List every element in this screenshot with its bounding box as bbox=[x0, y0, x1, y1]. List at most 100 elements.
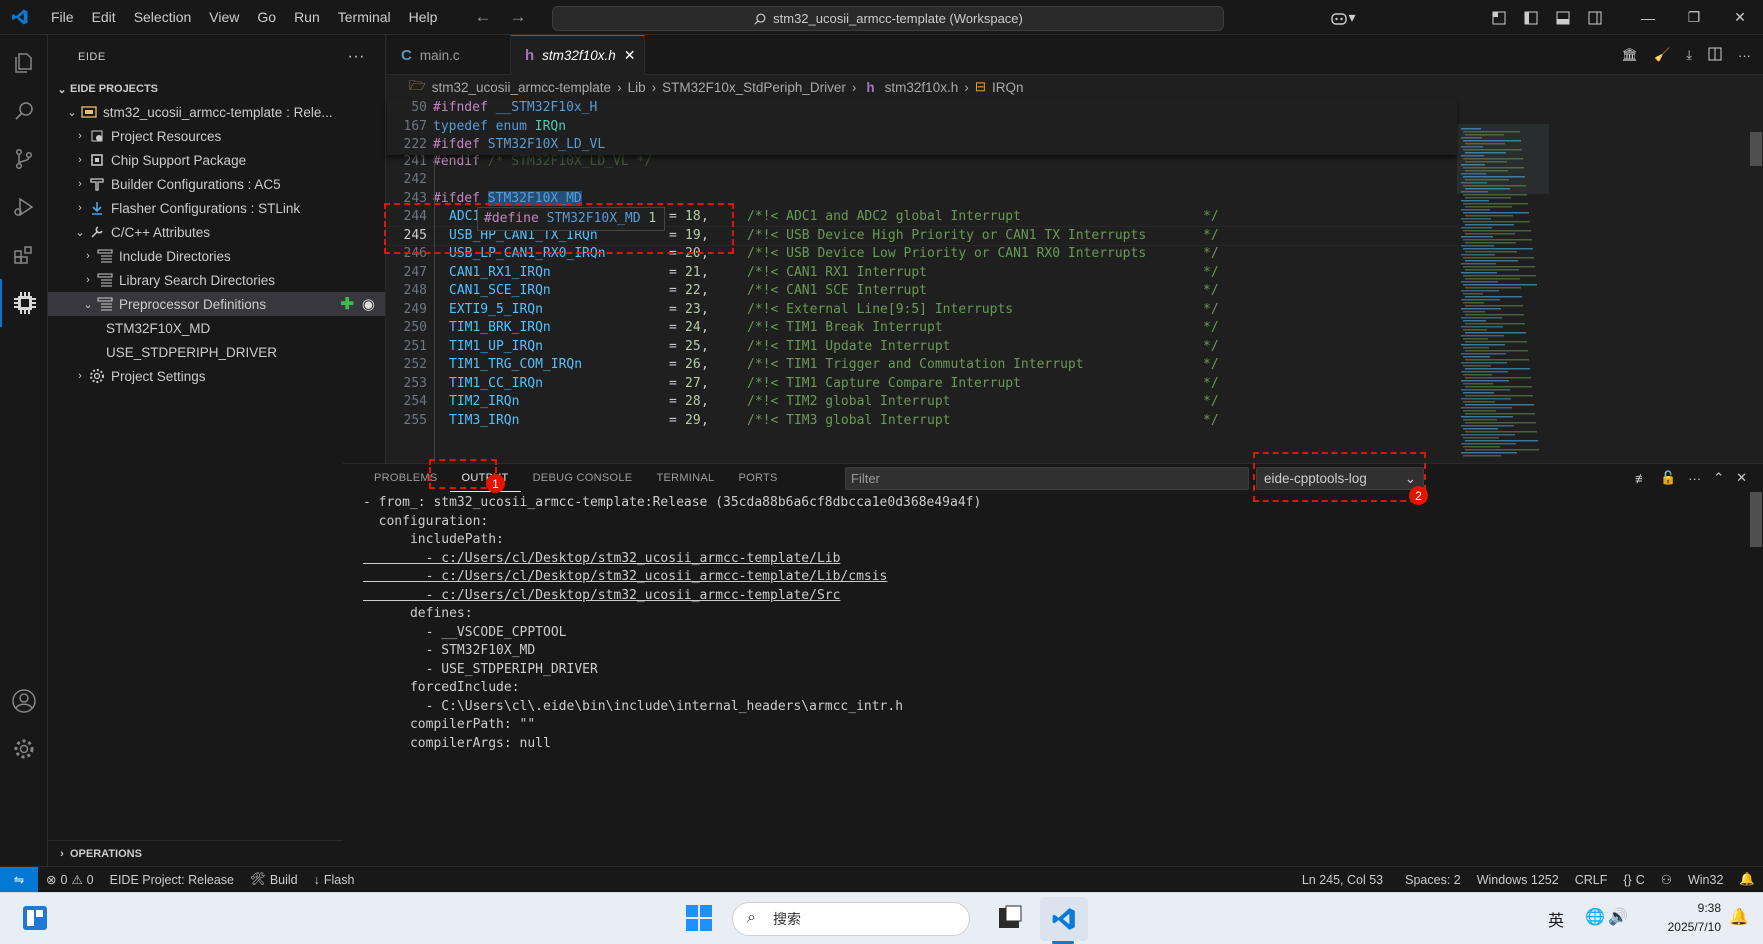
end-of-line[interactable]: CRLF bbox=[1567, 873, 1616, 887]
tree-cpp-attributes[interactable]: ⌄ C/C++ Attributes bbox=[48, 220, 385, 244]
code-line[interactable]: 254 TIM2_IRQn = 28, /*!< TIM2 global Interru… bbox=[387, 393, 1457, 412]
toggle-secondary-sidebar-icon[interactable] bbox=[1581, 8, 1609, 28]
eye-icon[interactable]: ◉ bbox=[362, 295, 375, 313]
eide-chip-icon[interactable] bbox=[0, 279, 48, 327]
tree-define-item[interactable]: STM32F10X_MD bbox=[48, 316, 385, 340]
windows-start-icon[interactable] bbox=[686, 905, 712, 934]
menu-run[interactable]: Run bbox=[285, 0, 329, 35]
vscode-taskbar-icon[interactable] bbox=[1040, 897, 1088, 941]
output-content[interactable]: - from_: stm32_ucosii_armcc-template:Rel… bbox=[343, 492, 1749, 867]
copilot-status-icon[interactable]: ⚇ bbox=[1653, 872, 1680, 887]
output-scrollbar[interactable] bbox=[1749, 492, 1763, 867]
extensions-icon[interactable] bbox=[0, 231, 48, 279]
panel-tab-terminal[interactable]: TERMINAL bbox=[644, 464, 726, 492]
code-line[interactable]: 255 TIM3_IRQn = 29, /*!< TIM3 global Interru… bbox=[387, 412, 1457, 431]
lock-scroll-icon[interactable]: 🔓 bbox=[1660, 470, 1676, 486]
forward-arrow-icon[interactable]: → bbox=[509, 7, 526, 27]
eide-clean-icon[interactable]: 🧹 bbox=[1654, 47, 1670, 63]
close-window-icon[interactable]: ✕ bbox=[1717, 0, 1763, 35]
build-status[interactable]: 🛠 Build bbox=[242, 872, 306, 887]
taskbar-search[interactable]: ⌕ 搜索 bbox=[732, 902, 970, 936]
toggle-primary-sidebar-icon[interactable] bbox=[1517, 8, 1545, 28]
ime-indicator[interactable]: 英 bbox=[1548, 907, 1564, 931]
account-icon[interactable] bbox=[0, 677, 48, 725]
code-line[interactable]: 250 TIM1_BRK_IRQn = 24, /*!< TIM1 Break Inte… bbox=[387, 319, 1457, 338]
operations-section[interactable]: › OPERATIONS bbox=[48, 840, 386, 866]
copilot-icon[interactable]: ▾ bbox=[1323, 8, 1363, 28]
sticky-line[interactable]: 222 #ifdef STM32F10X_LD_VL bbox=[387, 136, 1457, 155]
breadcrumb-item[interactable]: stm32_ucosii_armcc-template bbox=[432, 80, 611, 95]
eide-download-icon[interactable]: ⤓ bbox=[1686, 47, 1692, 63]
manage-gear-icon[interactable] bbox=[0, 725, 48, 773]
code-line[interactable]: 241 #endif /* STM32F10X_LD_VL */ bbox=[387, 153, 1457, 172]
platform[interactable]: Win32 bbox=[1680, 873, 1731, 887]
menu-file[interactable]: File bbox=[42, 0, 83, 35]
maximize-panel-icon[interactable]: ⌃ bbox=[1713, 470, 1724, 486]
clock[interactable]: 9:38 2025/7/10 bbox=[1668, 899, 1721, 937]
breadcrumb-item[interactable]: STM32F10x_StdPeriph_Driver bbox=[662, 80, 846, 95]
problems-status[interactable]: ⊗ 0 ⚠ 0 bbox=[38, 872, 102, 888]
editor-scrollbar[interactable] bbox=[1749, 124, 1763, 499]
code-line[interactable]: 251 TIM1_UP_IRQn = 25, /*!< TIM1 Update Inte… bbox=[387, 338, 1457, 357]
minimap[interactable] bbox=[1457, 124, 1549, 499]
tree-project-resources[interactable]: › Project Resources bbox=[48, 124, 385, 148]
tree-library-search[interactable]: › Library Search Directories bbox=[48, 268, 385, 292]
task-view-icon[interactable] bbox=[996, 905, 1022, 934]
code-line[interactable]: 247 CAN1_RX1_IRQn = 21, /*!< CAN1 RX1 Interr… bbox=[387, 264, 1457, 283]
flash-status[interactable]: ↓ Flash bbox=[306, 873, 363, 887]
sticky-line[interactable]: 167 typedef enum IRQn bbox=[387, 118, 1457, 137]
customize-layout-icon[interactable] bbox=[1485, 8, 1513, 28]
tree-define-item[interactable]: USE_STDPERIPH_DRIVER bbox=[48, 340, 385, 364]
eide-projects-section[interactable]: ⌄ EIDE PROJECTS bbox=[48, 78, 385, 100]
tree-chip-support[interactable]: › Chip Support Package bbox=[48, 148, 385, 172]
toggle-panel-icon[interactable] bbox=[1549, 8, 1577, 28]
language-mode[interactable]: {} C bbox=[1615, 873, 1652, 887]
minimize-icon[interactable]: — bbox=[1625, 0, 1671, 35]
command-center-search[interactable]: stm32_ucosii_armcc-template (Workspace) bbox=[552, 6, 1224, 31]
tree-preprocessor-defs[interactable]: ⌄ Preprocessor Definitions ✚ ◉ bbox=[48, 292, 385, 316]
menu-help[interactable]: Help bbox=[400, 0, 447, 35]
tree-project-settings[interactable]: › Project Settings bbox=[48, 364, 385, 388]
tree-include-dirs[interactable]: › Include Directories bbox=[48, 244, 385, 268]
breadcrumb-item[interactable]: Lib bbox=[628, 80, 646, 95]
remote-icon[interactable]: ⇋ bbox=[0, 866, 38, 893]
tree-project-root[interactable]: ⌄ stm32_ucosii_armcc-template : Rele... bbox=[48, 100, 385, 124]
eide-build-icon[interactable]: 🏛 bbox=[1622, 47, 1639, 63]
menu-selection[interactable]: Selection bbox=[125, 0, 201, 35]
split-editor-icon[interactable] bbox=[1708, 47, 1722, 64]
tab-stm32f10x-h[interactable]: h stm32f10x.h ✕ bbox=[511, 35, 645, 75]
vscode-logo-icon[interactable] bbox=[0, 0, 40, 35]
notifications-bell-icon[interactable]: 🔔 bbox=[1731, 872, 1763, 887]
more-actions-icon[interactable]: ··· bbox=[348, 48, 365, 66]
menu-view[interactable]: View bbox=[200, 0, 248, 35]
explorer-icon[interactable] bbox=[0, 39, 48, 87]
clear-output-icon[interactable]: ≢ bbox=[1635, 471, 1648, 486]
back-arrow-icon[interactable]: ← bbox=[474, 7, 491, 27]
menu-go[interactable]: Go bbox=[248, 0, 285, 35]
widgets-icon[interactable] bbox=[22, 905, 48, 934]
close-tab-icon[interactable]: ✕ bbox=[624, 47, 636, 64]
menu-terminal[interactable]: Terminal bbox=[329, 0, 400, 35]
tree-flasher-config[interactable]: › Flasher Configurations : STLink bbox=[48, 196, 385, 220]
more-actions-icon[interactable]: ··· bbox=[1688, 471, 1701, 486]
run-debug-icon[interactable] bbox=[0, 183, 48, 231]
more-actions-icon[interactable]: ··· bbox=[1738, 48, 1751, 63]
scrollbar-thumb[interactable] bbox=[1750, 492, 1762, 547]
code-line[interactable]: 253 TIM1_CC_IRQn = 27, /*!< TIM1 Capture Com… bbox=[387, 375, 1457, 394]
encoding[interactable]: Windows 1252 bbox=[1469, 873, 1567, 887]
panel-tab-ports[interactable]: PORTS bbox=[726, 464, 789, 492]
eide-project-status[interactable]: EIDE Project: Release bbox=[102, 873, 242, 887]
panel-tab-debug-console[interactable]: DEBUG CONSOLE bbox=[521, 464, 645, 492]
code-editor[interactable]: 238CEC_IRQn=42,/*!< HDMI-CEC Interrupt*/… bbox=[387, 99, 1457, 499]
menu-edit[interactable]: Edit bbox=[83, 0, 125, 35]
breadcrumb-item[interactable]: stm32f10x.h bbox=[885, 80, 959, 95]
output-filter-input[interactable]: Filter bbox=[845, 467, 1249, 490]
code-line[interactable]: 242 bbox=[387, 171, 1457, 190]
cursor-position[interactable]: Ln 245, Col 53 bbox=[1294, 873, 1391, 887]
tree-builder-config[interactable]: › Builder Configurations : AC5 bbox=[48, 172, 385, 196]
code-line[interactable]: 248 CAN1_SCE_IRQn = 22, /*!< CAN1 SCE Interr… bbox=[387, 282, 1457, 301]
close-panel-icon[interactable]: ✕ bbox=[1736, 470, 1747, 486]
notification-center-icon[interactable]: 🔔 bbox=[1729, 907, 1749, 927]
scrollbar-thumb[interactable] bbox=[1750, 132, 1762, 166]
breadcrumb-item[interactable]: IRQn bbox=[992, 80, 1024, 95]
